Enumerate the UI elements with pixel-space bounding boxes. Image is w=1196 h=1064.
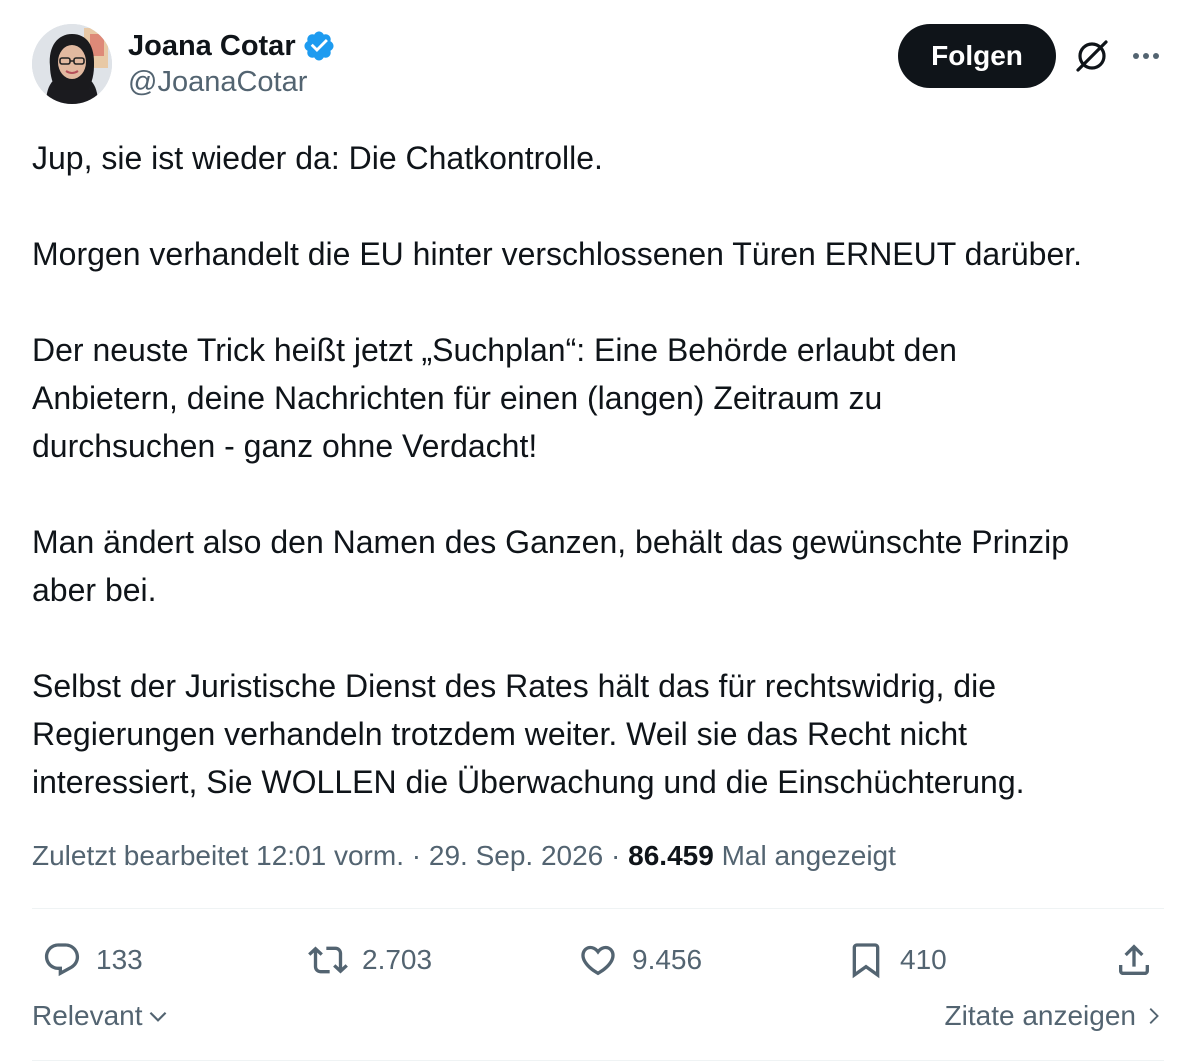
author-handle[interactable]: @JoanaCotar [128,66,336,99]
bookmark-count: 410 [900,944,947,975]
bookmark-button[interactable]: 410 [846,934,947,986]
reply-sort-row: Relevant Zitate anzeigen [32,1000,1164,1044]
share-icon [1119,944,1149,975]
follow-button[interactable]: Folgen [898,24,1056,88]
tweet-paragraph: Morgen verhandelt die EU hinter verschlo… [32,236,1083,272]
bookmark-icon [852,943,880,979]
edited-timestamp[interactable]: Zuletzt bearbeitet 12:01 vorm. [32,840,404,871]
tweet: Joana Cotar @JoanaCotar Folgen Jup, sie … [32,0,1164,1064]
tweet-text: Jup, sie ist wieder da: Die Chatkontroll… [32,134,1164,806]
display-name[interactable]: Joana Cotar [128,30,296,63]
reply-icon [44,943,80,977]
reply-count: 133 [96,944,143,975]
avatar[interactable] [32,24,112,104]
more-icon[interactable] [1126,36,1166,76]
tweet-paragraph: Man ändert also den Namen des Ganzen, be… [32,524,1070,608]
meta-separator: · [411,840,422,871]
meta-separator: · [611,840,621,871]
chevron-down-icon [149,1011,166,1022]
repost-count: 2.703 [362,944,433,975]
tweet-paragraph: Der neuste Trick heißt jetzt „Suchplan“:… [32,332,957,464]
views-count[interactable]: 86.459 [628,840,714,871]
view-quotes-link[interactable]: Zitate anzeigen [945,1000,1164,1032]
action-bar: 133 2.703 9.456 410 [32,934,1164,986]
like-count: 9.456 [632,944,703,975]
grok-icon[interactable] [1072,36,1112,76]
tweet-date[interactable]: 29. Sep. 2026 [429,840,603,871]
tweet-paragraph: Jup, sie ist wieder da: Die Chatkontroll… [32,140,603,176]
chevron-right-icon [1149,1008,1159,1024]
reply-sort-dropdown[interactable]: Relevant [32,1000,171,1032]
tweet-meta: Zuletzt bearbeitet 12:01 vorm. · 29. Sep… [32,836,896,876]
share-button[interactable] [1114,934,1154,986]
repost-button[interactable]: 2.703 [308,934,432,986]
verified-badge-icon[interactable] [302,29,336,63]
heart-icon [581,945,615,976]
view-quotes-label: Zitate anzeigen [944,1000,1136,1031]
views-label: Mal angezeigt [721,840,896,871]
reply-sort-label: Relevant [32,1000,143,1031]
like-button[interactable]: 9.456 [578,934,702,986]
display-name-row: Joana Cotar [128,26,336,66]
reply-button[interactable]: 133 [42,934,143,986]
tweet-header: Joana Cotar @JoanaCotar Folgen [32,24,1164,104]
tweet-paragraph: Selbst der Juristische Dienst des Rates … [32,668,1025,800]
divider [32,1060,1164,1061]
divider [32,908,1164,909]
repost-icon [308,946,348,974]
author-names: Joana Cotar @JoanaCotar [128,26,336,99]
